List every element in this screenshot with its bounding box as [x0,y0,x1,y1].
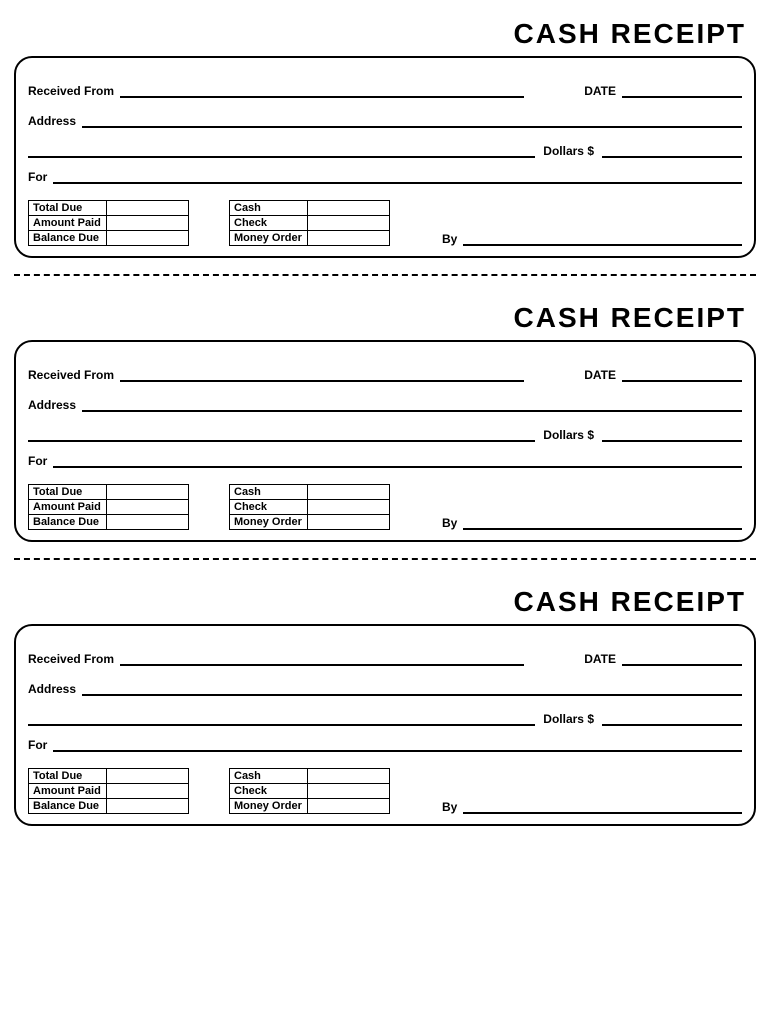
for-label: For [28,170,47,184]
for-line[interactable] [53,454,742,468]
summary-row-value[interactable] [107,231,189,246]
received-from-label: Received From [28,368,114,382]
method-row-label: Money Order [230,515,308,530]
address-line[interactable] [82,682,742,696]
for-label: For [28,738,47,752]
date-label: DATE [584,84,616,98]
summary-row-label: Balance Due [29,799,107,814]
date-label: DATE [584,368,616,382]
method-row-label: Check [230,500,308,515]
received-from-line[interactable] [120,84,524,98]
method-row-label: Cash [230,485,308,500]
receipt-title: CASH RECEIPT [14,18,746,50]
method-row-label: Cash [230,769,308,784]
date-label: DATE [584,652,616,666]
received-from-line[interactable] [120,652,524,666]
by-label: By [442,232,457,246]
summary-row-value[interactable] [107,216,189,231]
method-row-label: Money Order [230,231,308,246]
method-table: Cash Check Money Order [229,200,390,246]
by-line[interactable] [463,800,742,814]
summary-table: Total Due Amount Paid Balance Due [28,484,189,530]
method-row-label: Money Order [230,799,308,814]
summary-row-label: Amount Paid [29,784,107,799]
method-row-value[interactable] [308,231,390,246]
for-label: For [28,454,47,468]
summary-row-label: Balance Due [29,231,107,246]
method-row-value[interactable] [308,515,390,530]
summary-row-value[interactable] [107,485,189,500]
address-label: Address [28,682,76,696]
dollars-label: Dollars $ [543,428,594,442]
method-table: Cash Check Money Order [229,484,390,530]
tear-line [14,558,756,560]
by-line[interactable] [463,516,742,530]
received-from-line[interactable] [120,368,524,382]
summary-row-label: Total Due [29,769,107,784]
dollars-line[interactable] [602,144,742,158]
amount-line[interactable] [28,712,535,726]
date-line[interactable] [622,84,742,98]
summary-row-label: Total Due [29,201,107,216]
page: CASH RECEIPT Received From DATE Address … [0,0,770,826]
summary-row-value[interactable] [107,515,189,530]
summary-row-value[interactable] [107,500,189,515]
summary-table: Total Due Amount Paid Balance Due [28,200,189,246]
summary-table: Total Due Amount Paid Balance Due [28,768,189,814]
method-row-label: Check [230,784,308,799]
address-line[interactable] [82,114,742,128]
summary-row-label: Amount Paid [29,500,107,515]
method-row-value[interactable] [308,784,390,799]
date-line[interactable] [622,652,742,666]
by-line[interactable] [463,232,742,246]
summary-row-value[interactable] [107,784,189,799]
dollars-label: Dollars $ [543,712,594,726]
summary-row-label: Total Due [29,485,107,500]
summary-row-label: Balance Due [29,515,107,530]
method-row-value[interactable] [308,500,390,515]
method-row-label: Cash [230,201,308,216]
receipt-title: CASH RECEIPT [14,302,746,334]
method-table: Cash Check Money Order [229,768,390,814]
address-label: Address [28,114,76,128]
by-label: By [442,516,457,530]
method-row-label: Check [230,216,308,231]
method-row-value[interactable] [308,216,390,231]
method-row-value[interactable] [308,485,390,500]
summary-row-value[interactable] [107,799,189,814]
receipt-title: CASH RECEIPT [14,586,746,618]
receipt-box: Received From DATE Address Dollars $ For… [14,340,756,542]
method-row-value[interactable] [308,201,390,216]
dollars-line[interactable] [602,428,742,442]
summary-row-label: Amount Paid [29,216,107,231]
receipt-box: Received From DATE Address Dollars $ For… [14,56,756,258]
amount-line[interactable] [28,428,535,442]
method-row-value[interactable] [308,769,390,784]
dollars-label: Dollars $ [543,144,594,158]
amount-line[interactable] [28,144,535,158]
received-from-label: Received From [28,652,114,666]
address-label: Address [28,398,76,412]
by-label: By [442,800,457,814]
date-line[interactable] [622,368,742,382]
for-line[interactable] [53,738,742,752]
dollars-line[interactable] [602,712,742,726]
for-line[interactable] [53,170,742,184]
receipt-box: Received From DATE Address Dollars $ For… [14,624,756,826]
received-from-label: Received From [28,84,114,98]
method-row-value[interactable] [308,799,390,814]
summary-row-value[interactable] [107,769,189,784]
address-line[interactable] [82,398,742,412]
tear-line [14,274,756,276]
summary-row-value[interactable] [107,201,189,216]
